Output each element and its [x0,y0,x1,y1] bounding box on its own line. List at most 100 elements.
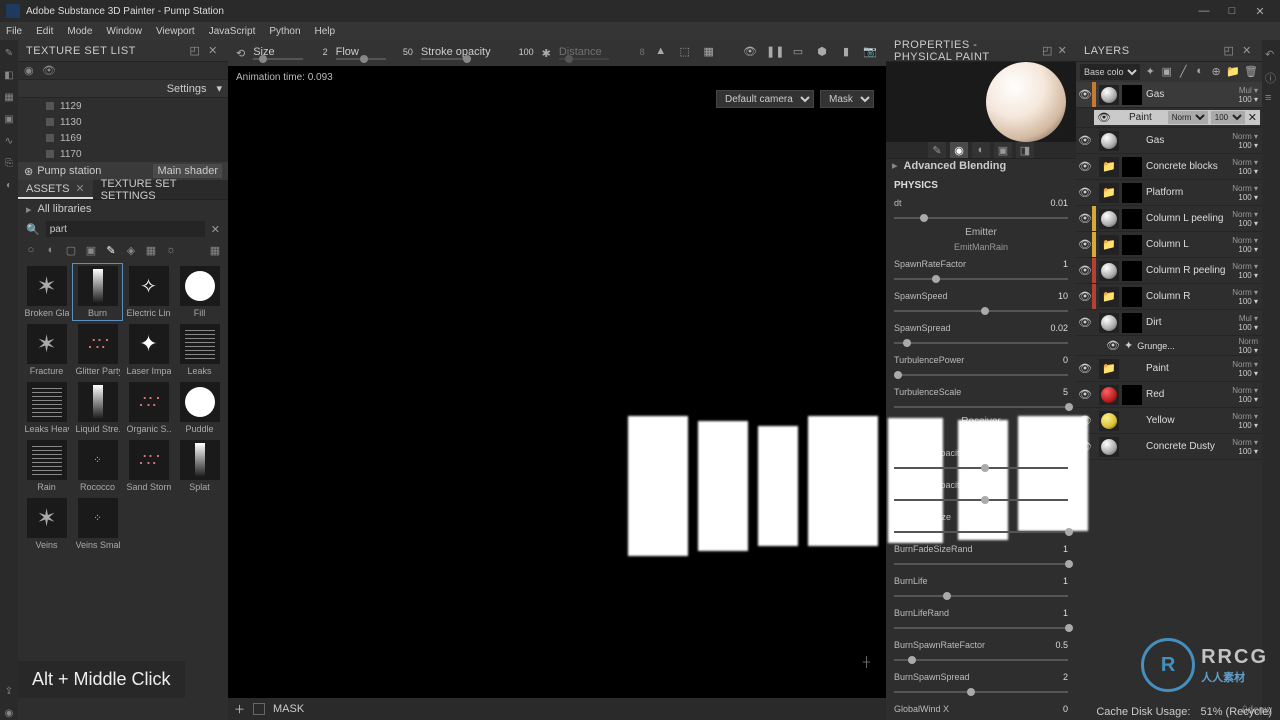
property-slider[interactable] [894,591,1068,601]
layer-row[interactable]: 👁📁PaintNorm ▾100 ▾ [1076,356,1262,382]
add-mask-icon[interactable]: ▣ [1160,65,1172,79]
property-slider[interactable] [894,527,1068,537]
property-slider[interactable] [894,370,1068,380]
fill-tool-icon[interactable]: ▣ [3,114,15,126]
texture-set-item[interactable]: 1169 [18,130,228,146]
menu-javascript[interactable]: JavaScript [209,26,256,37]
asset-item[interactable]: ∴∵Glitter Party [73,322,122,378]
distance-control[interactable]: Distance8 [559,46,645,60]
view-grid-icon[interactable]: ▦ [208,243,222,257]
layer-visibility-icon[interactable]: 👁 [1078,362,1092,375]
alignment-icon[interactable]: ⬚ [677,45,693,61]
add-fill-icon[interactable]: ╱ [1177,65,1189,79]
layer-row[interactable]: 👁📁Column LNorm ▾100 ▾ [1076,232,1262,258]
add-folder-icon[interactable]: 📁 [1226,65,1240,79]
filter-material-icon[interactable]: ◐ [44,243,58,257]
asset-item[interactable]: ∴∵Sand Storm [124,438,173,494]
brush-mode-icon[interactable]: ✎ [928,142,946,158]
asset-item[interactable]: ⁘Veins Small [73,496,122,552]
all-libraries-row[interactable]: ▸ All libraries [18,200,228,218]
property-slider[interactable] [894,655,1068,665]
layer-row[interactable]: 👁📁PlatformNorm ▾100 ▾ [1076,180,1262,206]
stencil-mode-icon[interactable]: ◐ [972,142,990,158]
grid-icon[interactable]: ▦ [701,45,717,61]
fill-mode-icon[interactable]: ▣ [994,142,1012,158]
view-mode-icon[interactable]: 👁 [742,45,758,61]
layer-visibility-icon[interactable]: 👁 [1106,339,1120,352]
layer-visibility-icon[interactable]: 👁 [1078,88,1092,101]
asset-item[interactable]: ⁘Rococco [73,438,122,494]
texture-set-item[interactable]: 1170 [18,146,228,162]
add-view-icon[interactable]: ＋ [234,701,245,717]
render-capture-icon[interactable]: 📷 [862,45,878,61]
layer-visibility-icon[interactable]: 👁 [1078,264,1092,277]
property-slider[interactable] [894,306,1068,316]
asset-item[interactable]: Liquid Stre... [73,380,122,436]
asset-item[interactable]: Fill [175,264,224,320]
log-icon[interactable]: ≡ [1265,92,1277,104]
viewport[interactable]: Animation time: 0.093 Default camera Mas… [228,66,886,698]
projection-tool-icon[interactable]: ▦ [3,92,15,104]
advanced-blending-row[interactable]: ▸ Advanced Blending [886,159,1076,172]
clear-search-icon[interactable]: ✕ [211,223,220,236]
tab-assets[interactable]: ASSETS ✕ [18,180,93,199]
lazy-mouse-icon[interactable]: ▲ [653,45,669,61]
add-effect-icon[interactable]: ✦ [1144,65,1156,79]
property-slider[interactable] [894,623,1068,633]
asset-item[interactable]: Burn [73,264,122,320]
smudge-tool-icon[interactable]: ∿ [3,136,15,148]
perspective-icon[interactable]: ▭ [790,45,806,61]
filter-texture-icon[interactable]: ▦ [144,243,158,257]
close-tab-icon[interactable]: ✕ [75,182,84,195]
clone-tool-icon[interactable]: ⎘ [3,158,15,170]
render-icon[interactable]: ◉ [3,708,15,720]
info-icon[interactable]: ⓘ [1265,70,1277,82]
property-slider[interactable] [894,559,1068,569]
add-adjust-icon[interactable]: ◐ [1193,65,1205,79]
delete-layer-icon[interactable]: 🗑 [1244,65,1258,79]
minimize-button[interactable]: — [1190,5,1218,17]
asset-item[interactable]: ✶Veins [22,496,71,552]
menu-help[interactable]: Help [315,26,336,37]
layer-visibility-icon[interactable]: 👁 [1078,186,1092,199]
add-group-icon[interactable]: ⊕ [1210,65,1222,79]
property-slider[interactable] [894,274,1068,284]
dt-slider[interactable] [894,213,1068,223]
asset-item[interactable]: Leaks Heavy [22,380,71,436]
undock-icon[interactable]: ◰ [1222,44,1236,57]
filter-all-icon[interactable]: ○ [24,243,38,257]
visibility-all-icon[interactable]: ◉ [24,64,36,77]
brush-tool-icon[interactable]: ✎ [3,48,15,60]
filter-alpha-icon[interactable]: ◈ [124,243,138,257]
layer-row[interactable]: 👁📁Column RNorm ▾100 ▾ [1076,284,1262,310]
asset-item[interactable]: ∴∵Organic S... [124,380,173,436]
stroke-opacity-control[interactable]: Stroke opacity100 [421,46,534,60]
property-slider[interactable] [894,687,1068,697]
symmetry-icon[interactable]: ⟲ [236,47,245,60]
alpha-mode-icon[interactable]: ◉ [950,142,968,158]
material-mode-icon[interactable]: ◨ [1016,142,1034,158]
asset-item[interactable]: Splat [175,438,224,494]
layer-visibility-icon[interactable]: 👁 [1078,316,1092,329]
close-panel-icon[interactable]: ✕ [1057,44,1068,57]
property-slider[interactable] [894,463,1068,473]
asset-item[interactable]: ✶Broken Glass [22,264,71,320]
close-panel-icon[interactable]: ✕ [206,44,220,57]
filter-brush-icon[interactable]: ✎ [104,243,118,257]
menu-file[interactable]: File [6,26,22,37]
filter-env-icon[interactable]: ☼ [164,243,178,257]
menu-mode[interactable]: Mode [67,26,92,37]
close-panel-icon[interactable]: ✕ [1240,44,1254,57]
property-slider[interactable] [894,495,1068,505]
property-slider[interactable] [894,402,1068,412]
layer-row[interactable]: 👁GasNorm ▾100 ▾ [1076,128,1262,154]
layer-row[interactable]: 👁YellowNorm ▾100 ▾ [1076,408,1262,434]
material-picker-icon[interactable]: ◐ [3,180,15,192]
layer-visibility-icon[interactable]: 👁 [1078,160,1092,173]
texture-set-item[interactable]: 1129 [18,98,228,114]
layer-visibility-icon[interactable]: 👁 [1078,290,1092,303]
export-icon[interactable]: ⇪ [3,686,15,698]
steady-stroke-icon[interactable]: ✱ [542,47,551,60]
menu-viewport[interactable]: Viewport [156,26,195,37]
layer-visibility-icon[interactable]: 👁 [1078,388,1092,401]
